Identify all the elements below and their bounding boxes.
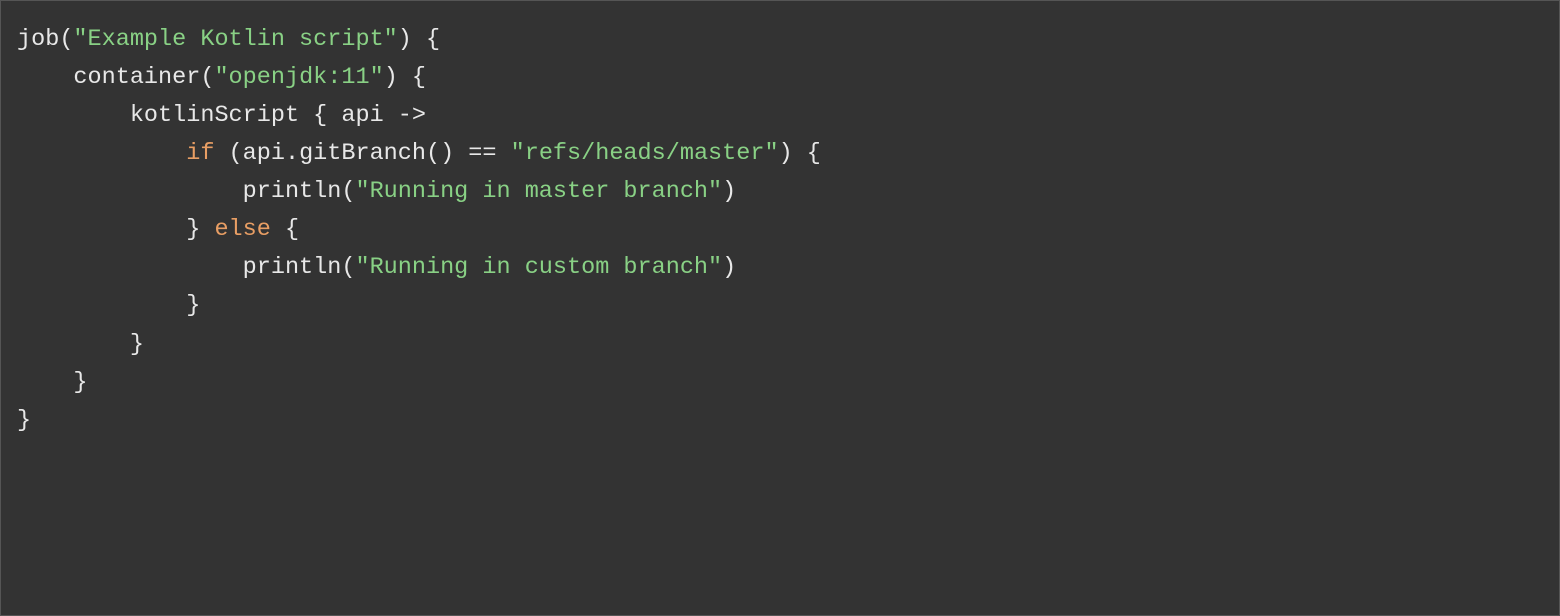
indent — [17, 140, 186, 167]
code-line-8: } — [17, 292, 200, 319]
paren-close-brace: ) { — [779, 140, 821, 167]
string-literal: "Example Kotlin script" — [73, 26, 397, 53]
close-brace: } — [130, 331, 144, 358]
indent — [17, 216, 186, 243]
code-line-9: } — [17, 331, 144, 358]
indent — [17, 331, 130, 358]
close-brace: } — [186, 292, 200, 319]
code-line-2: container("openjdk:11") { — [17, 64, 426, 91]
indent — [17, 178, 243, 205]
paren-open: ( — [59, 26, 73, 53]
string-literal: "Running in custom branch" — [355, 254, 722, 281]
indent — [17, 254, 243, 281]
code-line-10: } — [17, 369, 88, 396]
if-keyword: if — [186, 140, 214, 167]
println-call: println( — [243, 254, 356, 281]
string-literal: "refs/heads/master" — [511, 140, 779, 167]
println-call: println( — [243, 178, 356, 205]
code-block: job("Example Kotlin script") { container… — [17, 21, 1543, 440]
code-line-1: job("Example Kotlin script") { — [17, 26, 440, 53]
code-line-7: println("Running in custom branch") — [17, 254, 736, 281]
indent — [17, 292, 186, 319]
indent — [17, 369, 73, 396]
else-keyword: else — [214, 216, 270, 243]
paren-close-brace: ) { — [398, 26, 440, 53]
code-line-11: } — [17, 407, 31, 434]
condition-text: (api.gitBranch() == — [214, 140, 510, 167]
code-line-4: if (api.gitBranch() == "refs/heads/maste… — [17, 140, 821, 167]
job-call: job — [17, 26, 59, 53]
indent — [17, 102, 130, 129]
code-line-3: kotlinScript { api -> — [17, 102, 426, 129]
paren-close: ) — [722, 178, 736, 205]
code-line-6: } else { — [17, 216, 299, 243]
close-brace: } — [186, 216, 214, 243]
close-brace: } — [17, 407, 31, 434]
paren-close-brace: ) { — [384, 64, 426, 91]
open-brace: { — [271, 216, 299, 243]
string-literal: "Running in master branch" — [355, 178, 722, 205]
close-brace: } — [73, 369, 87, 396]
paren-close: ) — [722, 254, 736, 281]
kotlin-script-text: kotlinScript { api -> — [130, 102, 426, 129]
container-call: container( — [73, 64, 214, 91]
string-literal: "openjdk:11" — [214, 64, 383, 91]
indent — [17, 64, 73, 91]
code-line-5: println("Running in master branch") — [17, 178, 736, 205]
